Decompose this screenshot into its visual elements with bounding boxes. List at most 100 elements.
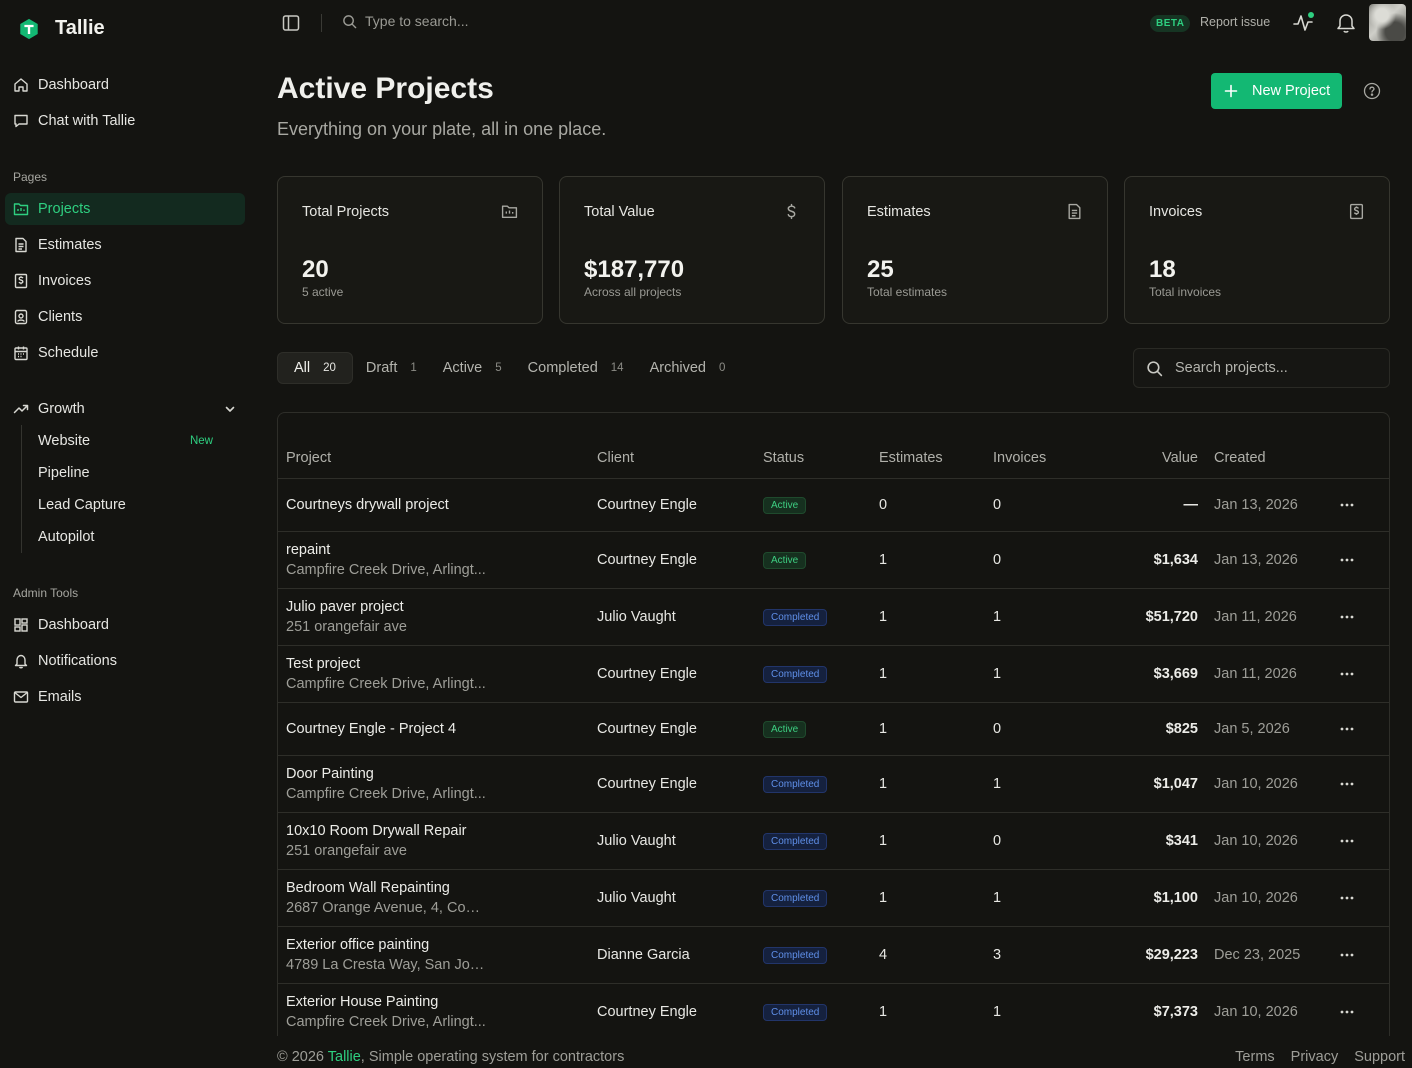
tab-label: All xyxy=(294,360,311,376)
table-row[interactable]: Exterior House Painting Campfire Creek Dr… xyxy=(278,983,1389,1036)
sidebar-item-invoices[interactable]: Invoices xyxy=(5,265,245,297)
cell-actions xyxy=(1340,812,1389,870)
project-search-input[interactable] xyxy=(1175,360,1365,376)
more-options-icon[interactable] xyxy=(1340,558,1354,562)
sidebar-item-chat[interactable]: Chat with Tallie xyxy=(5,105,245,137)
column-header-status[interactable]: Status xyxy=(763,413,879,479)
cell-value: $51,720 xyxy=(1105,588,1198,646)
table-row[interactable]: Courtney Engle - Project 4 Courtney Engle… xyxy=(278,702,1389,756)
project-name[interactable]: Julio paver project xyxy=(286,599,597,615)
footer-brand-link[interactable]: Tallie xyxy=(328,1049,361,1065)
footer-link-terms[interactable]: Terms xyxy=(1235,1049,1274,1065)
topbar: Type to search... BETA Report issue xyxy=(256,0,1412,46)
brand[interactable]: Tallie xyxy=(18,17,105,40)
more-options-icon[interactable] xyxy=(1340,503,1354,507)
more-options-icon[interactable] xyxy=(1340,672,1354,676)
project-search[interactable] xyxy=(1133,348,1390,388)
cell-status: Active xyxy=(763,531,879,589)
table-row[interactable]: Door Painting Campfire Creek Drive, Arlin… xyxy=(278,755,1389,813)
more-options-icon[interactable] xyxy=(1340,727,1354,731)
table-row[interactable]: 10x10 Room Drywall Repair 251 orangefair … xyxy=(278,812,1389,870)
sidebar-subitem-website[interactable]: Website New xyxy=(28,426,220,456)
tab-completed[interactable]: Completed 14 xyxy=(515,352,637,384)
column-header-estimates[interactable]: Estimates xyxy=(879,413,993,479)
column-header-created[interactable]: Created xyxy=(1198,413,1340,479)
cell-value: $1,634 xyxy=(1105,531,1198,589)
more-options-icon[interactable] xyxy=(1340,953,1354,957)
project-name[interactable]: Exterior House Painting xyxy=(286,994,597,1010)
sidebar-item-label: Clients xyxy=(38,309,83,325)
tab-all[interactable]: All 20 xyxy=(277,352,353,384)
sidebar-item-growth[interactable]: Growth xyxy=(5,393,245,425)
sidebar-item-projects[interactable]: Projects xyxy=(5,193,245,225)
column-header-value[interactable]: Value xyxy=(1105,413,1198,479)
stat-value: 18 xyxy=(1149,256,1176,283)
stat-card-estimates: Estimates 25 Total estimates xyxy=(842,176,1108,324)
cell-status: Active xyxy=(763,478,879,532)
sidebar-subitem-pipeline[interactable]: Pipeline xyxy=(28,458,220,488)
cell-status: Completed xyxy=(763,983,879,1036)
user-avatar[interactable] xyxy=(1369,4,1406,41)
sidebar-item-label: Invoices xyxy=(38,273,92,289)
tab-active[interactable]: Active 5 xyxy=(430,352,515,384)
sidebar-subitem-autopilot[interactable]: Autopilot xyxy=(28,522,220,552)
project-name[interactable]: 10x10 Room Drywall Repair xyxy=(286,823,597,839)
column-header-project[interactable]: Project xyxy=(278,413,597,479)
sidebar-item-label: Website xyxy=(38,433,91,449)
status-badge: Completed xyxy=(763,946,828,964)
tab-archived[interactable]: Archived 0 xyxy=(637,352,739,384)
project-address: 4789 La Cresta Way, San Jos... xyxy=(286,956,486,973)
table-row[interactable]: Julio paver project 251 orangefair ave Jul… xyxy=(278,588,1389,646)
sidebar-item-admin-dashboard[interactable]: Dashboard xyxy=(5,609,245,641)
project-name[interactable]: Exterior office painting xyxy=(286,937,597,953)
cell-actions xyxy=(1340,702,1389,756)
footer-link-support[interactable]: Support xyxy=(1354,1049,1405,1065)
sidebar-item-notifications[interactable]: Notifications xyxy=(5,645,245,677)
report-issue-link[interactable]: Report issue xyxy=(1200,15,1270,29)
global-search[interactable]: Type to search... xyxy=(342,13,469,29)
table-row[interactable]: Exterior office painting 4789 La Cresta W… xyxy=(278,926,1389,984)
table-row[interactable]: Courtneys drywall project Courtney Engle A… xyxy=(278,478,1389,532)
cell-estimates: 0 xyxy=(879,478,993,532)
table-row[interactable]: Test project Campfire Creek Drive, Arling… xyxy=(278,645,1389,703)
cell-actions xyxy=(1340,755,1389,813)
stat-subtext: Total invoices xyxy=(1149,285,1222,299)
table-row[interactable]: Bedroom Wall Repainting 2687 Orange Avenu… xyxy=(278,869,1389,927)
table-header-row: Project Client Status Estimates Invoices… xyxy=(278,413,1389,479)
table-row[interactable]: repaint Campfire Creek Drive, Arlingt... C… xyxy=(278,531,1389,589)
project-name[interactable]: repaint xyxy=(286,542,597,558)
project-name[interactable]: Bedroom Wall Repainting xyxy=(286,880,597,896)
project-name[interactable]: Courtney Engle - Project 4 xyxy=(286,721,597,737)
growth-subnav-divider xyxy=(21,425,22,553)
project-name[interactable]: Courtneys drywall project xyxy=(286,497,597,513)
help-icon[interactable] xyxy=(1363,82,1381,100)
project-name[interactable]: Door Painting xyxy=(286,766,597,782)
tab-draft[interactable]: Draft 1 xyxy=(353,352,430,384)
cell-project: Exterior office painting 4789 La Cresta W… xyxy=(278,926,597,984)
footer-link-privacy[interactable]: Privacy xyxy=(1291,1049,1339,1065)
chevron-down-icon[interactable] xyxy=(223,402,237,416)
cell-estimates: 1 xyxy=(879,702,993,756)
column-header-client[interactable]: Client xyxy=(597,413,763,479)
more-options-icon[interactable] xyxy=(1340,615,1354,619)
sidebar-toggle-icon[interactable] xyxy=(282,14,300,32)
sidebar-item-emails[interactable]: Emails xyxy=(5,681,245,713)
more-options-icon[interactable] xyxy=(1340,839,1354,843)
project-name[interactable]: Test project xyxy=(286,656,597,672)
sidebar-item-schedule[interactable]: Schedule xyxy=(5,337,245,369)
sidebar-item-estimates[interactable]: Estimates xyxy=(5,229,245,261)
sidebar-item-dashboard[interactable]: Dashboard xyxy=(5,69,245,101)
more-options-icon[interactable] xyxy=(1340,1010,1354,1014)
more-options-icon[interactable] xyxy=(1340,782,1354,786)
sidebar-item-clients[interactable]: Clients xyxy=(5,301,245,333)
new-project-button[interactable]: New Project xyxy=(1211,73,1342,109)
more-options-icon[interactable] xyxy=(1340,896,1354,900)
tab-count: 5 xyxy=(495,362,502,374)
cell-client: Courtney Engle xyxy=(597,645,763,703)
notifications-bell-icon[interactable] xyxy=(1336,12,1356,34)
sidebar-subitem-lead-capture[interactable]: Lead Capture xyxy=(28,490,220,520)
column-header-invoices[interactable]: Invoices xyxy=(993,413,1105,479)
project-value: $29,223 xyxy=(1145,946,1198,963)
stat-title: Invoices xyxy=(1149,204,1203,220)
cell-created: Jan 10, 2026 xyxy=(1198,812,1340,870)
